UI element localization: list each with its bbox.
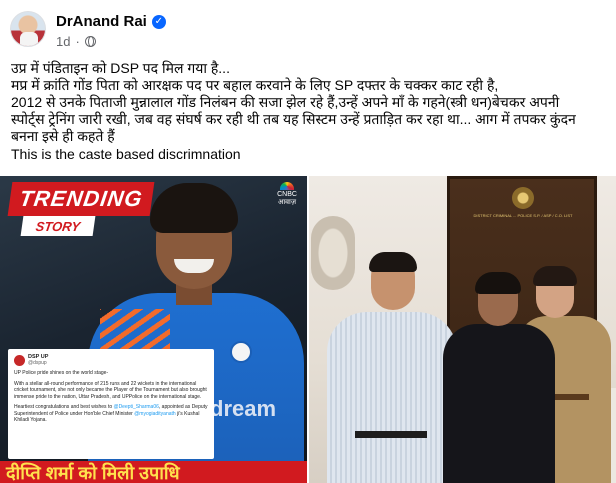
tweet-author: DSP UP @dspup — [28, 354, 48, 366]
person-dark-outfit — [443, 324, 555, 483]
tweet-text: Heartiest congratulations and best wishe… — [14, 404, 114, 410]
jersey-stripes — [100, 309, 170, 349]
tweet-card: DSP UP @dspup UP Police pride shines on … — [8, 349, 214, 459]
person-belt — [355, 431, 427, 438]
person-hair — [369, 252, 417, 272]
post-text-line: स्पोर्ट्स ट्रेनिंग जारी रखी, जब वह संघर्… — [11, 111, 576, 127]
meta-separator: · — [75, 34, 80, 49]
cnbc-sub: आवाज़ — [277, 199, 297, 206]
post-media: dream TRENDING STORY CNBC आवाज़ DSP UP @… — [0, 176, 616, 483]
cnbc-logo: CNBC आवाज़ — [273, 182, 301, 206]
jersey-emblem — [230, 341, 252, 363]
hair-shape — [150, 183, 238, 233]
tweet-mention: @Deepti_Sharma06 — [113, 404, 159, 410]
trending-badge: TRENDING — [7, 182, 155, 216]
tweet-paragraph: With a stellar all-round performance of … — [14, 380, 207, 400]
tweet-paragraph: Heartiest congratulations and best wishe… — [14, 404, 208, 424]
tweet-avatar — [14, 354, 25, 366]
media-image-cricketer[interactable]: dream TRENDING STORY CNBC आवाज़ DSP UP @… — [0, 176, 307, 483]
cnbc-label: CNBC — [277, 191, 297, 198]
author-row: DrAnand Rai ✓ — [56, 13, 166, 30]
board-crest — [512, 187, 534, 209]
peacock-icon — [280, 182, 294, 190]
person-officer-shirt — [327, 312, 457, 483]
author-name[interactable]: DrAnand Rai — [56, 13, 147, 30]
police-emblem — [311, 216, 355, 290]
post-text-line: मप्र में क्रांति गोंड पिता को आरक्षक पद … — [11, 77, 499, 93]
media-image-office[interactable]: DISTRICT CRIMINAL ... POLICE S.P. / ASP … — [309, 176, 616, 483]
globe-icon[interactable] — [84, 36, 96, 47]
jersey-sponsor: dream — [210, 396, 277, 421]
post-text-line: This is the caste based discrimnation — [11, 146, 241, 162]
post-text-line: उप्र में पंडिताइन को DSP पद मिल गया है..… — [11, 60, 230, 76]
tweet-paragraph: UP Police pride shines on the world stag… — [14, 370, 109, 376]
post-body-text: उप्र में पंडिताइन को DSP पद मिल गया है..… — [11, 60, 611, 163]
author-avatar[interactable] — [10, 11, 46, 47]
tweet-header: DSP UP @dspup — [14, 354, 208, 366]
board-text: DISTRICT CRIMINAL ... POLICE S.P. / ASP … — [473, 213, 573, 218]
post-header: DrAnand Rai ✓ 1d · — [0, 0, 616, 58]
post-time[interactable]: 1d — [56, 34, 70, 49]
tweet-mention: @myogiadityanath — [134, 410, 176, 417]
post-meta: 1d · — [56, 34, 96, 49]
story-badge: STORY — [20, 216, 96, 236]
post-text-line: बनना इसे ही कहते हैं — [11, 128, 115, 144]
verified-badge-icon: ✓ — [151, 14, 166, 29]
person-hair — [533, 266, 577, 286]
hindi-caption-strip: दीप्ति शर्मा को मिली उपाधि — [0, 461, 307, 483]
person-hair — [475, 272, 521, 294]
post-text-line: 2012 से उनके पिताजी मुन्नालाल गोंड निलंब… — [11, 94, 560, 110]
tweet-handle: @dspup — [28, 360, 47, 366]
